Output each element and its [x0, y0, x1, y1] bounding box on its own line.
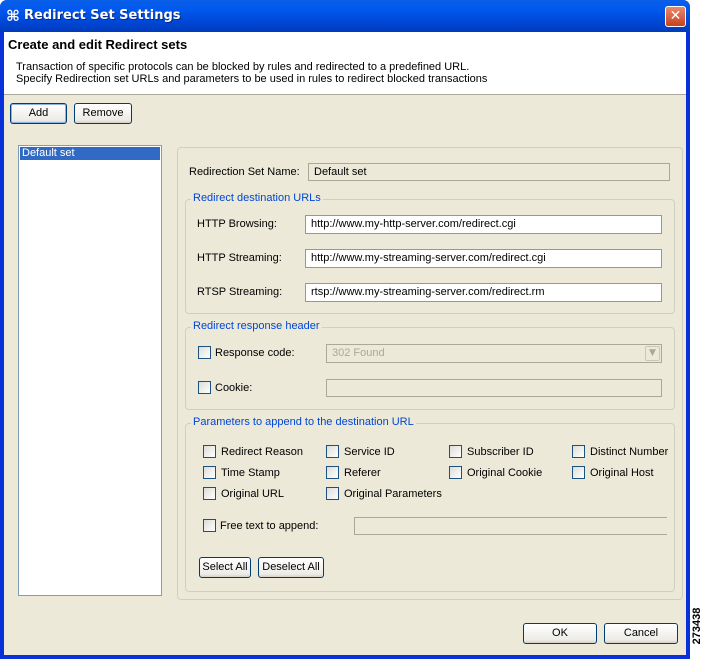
- parameter-label: Distinct Number: [590, 446, 669, 458]
- response-header-group: [185, 327, 675, 410]
- free-text-label: Free text to append:: [220, 520, 319, 532]
- parameter-label: Redirect Reason: [221, 446, 303, 458]
- add-button[interactable]: Add: [10, 103, 67, 124]
- group-title: Redirect destination URLs: [191, 192, 323, 204]
- parameter-checkbox[interactable]: [572, 445, 585, 458]
- parameter-checkbox[interactable]: [572, 466, 585, 479]
- http-browsing-input[interactable]: http://www.my-http-server.com/redirect.c…: [305, 215, 662, 234]
- chevron-down-icon[interactable]: ▼: [645, 346, 660, 361]
- parameter-checkbox[interactable]: [449, 466, 462, 479]
- parameter-label: Service ID: [344, 446, 395, 458]
- figure-id: 273438: [691, 607, 703, 645]
- parameter-label: Original Cookie: [467, 467, 543, 479]
- ok-button[interactable]: OK: [523, 623, 597, 644]
- parameter-checkbox[interactable]: [203, 466, 216, 479]
- free-text-input[interactable]: [354, 517, 667, 535]
- cancel-button[interactable]: Cancel: [604, 623, 678, 644]
- header-description: Specify Redirection set URLs and paramet…: [16, 73, 488, 85]
- cookie-label: Cookie:: [215, 382, 253, 394]
- parameter-checkbox[interactable]: [203, 487, 216, 500]
- http-streaming-input[interactable]: http://www.my-streaming-server.com/redir…: [305, 249, 662, 268]
- parameter-label: Original Parameters: [344, 488, 442, 500]
- parameter-checkbox[interactable]: [326, 466, 339, 479]
- window-title: Redirect Set Settings: [24, 8, 181, 23]
- cisco-icon: ⌘: [6, 7, 20, 25]
- group-title: Redirect response header: [191, 320, 322, 332]
- rtsp-streaming-label: RTSP Streaming:: [197, 286, 283, 298]
- http-streaming-label: HTTP Streaming:: [197, 252, 282, 264]
- list-item[interactable]: Default set: [20, 147, 160, 160]
- cookie-checkbox[interactable]: [198, 381, 211, 394]
- cookie-input[interactable]: [326, 379, 662, 397]
- rtsp-streaming-input[interactable]: rtsp://www.my-streaming-server.com/redir…: [305, 283, 662, 302]
- response-code-label: Response code:: [215, 347, 295, 359]
- response-code-checkbox[interactable]: [198, 346, 211, 359]
- parameter-label: Original URL: [221, 488, 284, 500]
- parameter-label: Subscriber ID: [467, 446, 534, 458]
- parameter-label: Time Stamp: [221, 467, 280, 479]
- group-title: Parameters to append to the destination …: [191, 416, 416, 428]
- free-text-checkbox[interactable]: [203, 519, 216, 532]
- response-code-select[interactable]: 302 Found: [326, 344, 662, 363]
- set-name-label: Redirection Set Name:: [189, 166, 300, 178]
- parameter-checkbox[interactable]: [449, 445, 462, 458]
- header-title: Create and edit Redirect sets: [8, 37, 188, 52]
- close-icon[interactable]: ✕: [665, 6, 686, 27]
- parameter-checkbox[interactable]: [326, 487, 339, 500]
- parameter-checkbox[interactable]: [203, 445, 216, 458]
- parameter-checkbox[interactable]: [326, 445, 339, 458]
- parameter-label: Referer: [344, 467, 381, 479]
- header-description: Transaction of specific protocols can be…: [16, 61, 470, 73]
- select-all-button[interactable]: Select All: [199, 557, 251, 578]
- deselect-all-button[interactable]: Deselect All: [258, 557, 324, 578]
- redirect-set-list[interactable]: [18, 145, 162, 596]
- http-browsing-label: HTTP Browsing:: [197, 218, 277, 230]
- parameter-label: Original Host: [590, 467, 654, 479]
- remove-button[interactable]: Remove: [74, 103, 132, 124]
- set-name-field[interactable]: Default set: [308, 163, 670, 181]
